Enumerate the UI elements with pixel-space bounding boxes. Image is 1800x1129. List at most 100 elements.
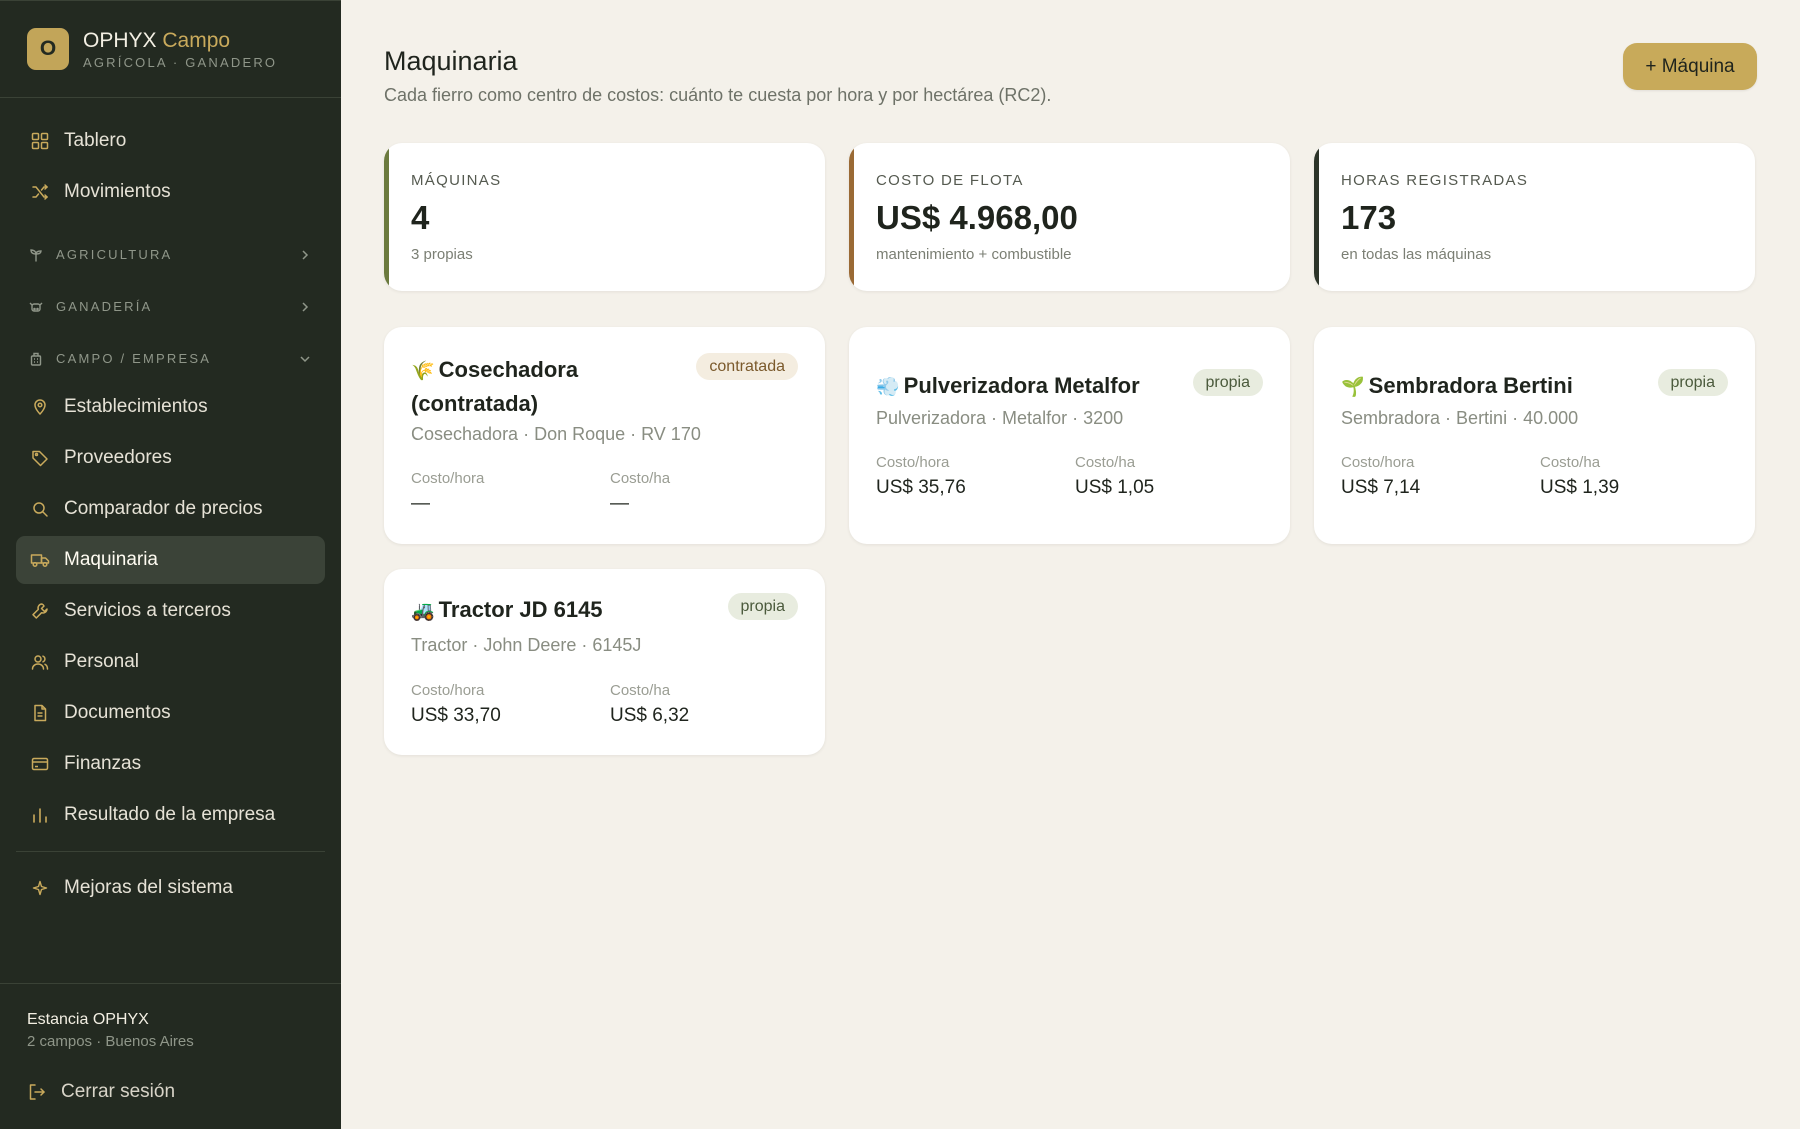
- stat-value: 173: [1341, 199, 1397, 236]
- logout-label: Cerrar sesión: [61, 1081, 176, 1102]
- machine-name: 🌾 Cosechadora (contratada): [411, 354, 578, 420]
- sidebar-item-label: Maquinaria: [64, 549, 158, 570]
- sidebar-item-mejoras[interactable]: Mejoras del sistema: [16, 864, 325, 912]
- logout-icon: [29, 1084, 45, 1100]
- cost-hour-label: Costo/hora: [411, 470, 485, 487]
- stat-subtext: 3 propias: [411, 246, 473, 263]
- sidebar-item-label: Establecimientos: [64, 396, 208, 417]
- cow-icon: [28, 299, 44, 315]
- org-name: Estancia OPHYX: [27, 1011, 149, 1028]
- document-icon: [30, 703, 50, 723]
- sidebar-item-label: Resultado de la empresa: [64, 804, 276, 825]
- search-icon: [30, 499, 50, 519]
- cost-ha-value: —: [610, 493, 629, 514]
- section-campo-empresa[interactable]: CAMPO / EMPRESA: [16, 334, 325, 383]
- machine-name-text: Sembradora Bertini: [1368, 373, 1573, 398]
- machine-name-text: Pulverizadora Metalfor: [903, 373, 1140, 398]
- sidebar-item-servicios[interactable]: Servicios a terceros: [16, 587, 325, 635]
- machine-description: Cosechadora · Don Roque · RV 170: [411, 424, 701, 444]
- sidebar-item-label: Mejoras del sistema: [64, 877, 233, 898]
- stat-card-maquinas: MÁQUINAS 4 3 propias: [384, 143, 825, 291]
- brand-text: OPHYX Campo AGRÍCOLA · GANADERO: [83, 29, 277, 70]
- nav-divider: [16, 851, 325, 852]
- sidebar-item-finanzas[interactable]: Finanzas: [16, 740, 325, 788]
- cost-hour-label: Costo/hora: [876, 454, 950, 471]
- sidebar-item-label: Tablero: [64, 130, 127, 151]
- status-badge: propia: [727, 593, 798, 620]
- sidebar-item-label: Proveedores: [64, 447, 172, 468]
- wheat-icon: 🌾: [411, 361, 435, 382]
- stat-label: MÁQUINAS: [411, 172, 502, 189]
- status-badge: contratada: [696, 353, 798, 380]
- stat-label: COSTO DE FLOTA: [876, 172, 1024, 189]
- machine-card-sembradora[interactable]: 🌱 Sembradora Bertini propia Sembradora · …: [1314, 327, 1755, 544]
- logout-button[interactable]: Cerrar sesión: [27, 1080, 314, 1104]
- sidebar-item-tablero[interactable]: Tablero: [16, 117, 325, 165]
- page-subtitle: Cada fierro como centro de costos: cuánt…: [384, 85, 1052, 105]
- cost-ha-label: Costo/ha: [1075, 454, 1136, 471]
- section-label: GANADERÍA: [56, 299, 153, 314]
- cost-hour-value: US$ 7,14: [1341, 477, 1421, 498]
- section-agricultura[interactable]: AGRICULTURA: [16, 230, 325, 279]
- sidebar: O OPHYX Campo AGRÍCOLA · GANADERO Tabler…: [0, 0, 341, 1129]
- tractor-icon: 🚜: [411, 601, 435, 622]
- wind-icon: 💨: [876, 377, 900, 398]
- brand-name-accent: Campo: [162, 28, 231, 52]
- cost-ha-label: Costo/ha: [610, 682, 671, 699]
- stat-accent-bar: [849, 143, 854, 291]
- sidebar-item-proveedores[interactable]: Proveedores: [16, 434, 325, 482]
- sidebar-item-comparador[interactable]: Comparador de precios: [16, 485, 325, 533]
- stat-label: HORAS REGISTRADAS: [1341, 172, 1529, 189]
- sidebar-item-movimientos[interactable]: Movimientos: [16, 168, 325, 216]
- status-badge: propia: [1192, 369, 1263, 396]
- sidebar-item-documentos[interactable]: Documentos: [16, 689, 325, 737]
- machine-card-tractor[interactable]: 🚜 Tractor JD 6145 propia Tractor · John D…: [384, 569, 825, 755]
- sidebar-item-label: Personal: [64, 651, 139, 672]
- machine-name: 🌱 Sembradora Bertini: [1341, 370, 1573, 404]
- machine-name-text: Tractor JD 6145: [438, 597, 603, 622]
- cost-ha-label: Costo/ha: [610, 470, 671, 487]
- chevron-down-icon: [300, 355, 310, 362]
- brand[interactable]: O OPHYX Campo AGRÍCOLA · GANADERO: [0, 1, 341, 98]
- sidebar-item-label: Finanzas: [64, 753, 142, 774]
- cost-ha-value: US$ 1,05: [1075, 477, 1155, 498]
- sidebar-item-label: Movimientos: [64, 181, 171, 202]
- machine-name-line1: Cosechadora: [438, 357, 579, 382]
- sidebar-item-personal[interactable]: Personal: [16, 638, 325, 686]
- cost-hour-value: US$ 33,70: [411, 705, 501, 726]
- sparkle-icon: [30, 878, 50, 898]
- cost-hour-value: US$ 35,76: [876, 477, 966, 498]
- brand-logo: O: [27, 28, 69, 70]
- sidebar-item-maquinaria[interactable]: Maquinaria: [16, 536, 325, 584]
- brand-name: OPHYX Campo: [83, 29, 277, 53]
- machine-name: 🚜 Tractor JD 6145: [411, 594, 603, 628]
- map-pin-icon: [30, 397, 50, 417]
- stat-value: US$ 4.968,00: [876, 199, 1078, 236]
- sidebar-item-label: Servicios a terceros: [64, 600, 231, 621]
- stat-accent-bar: [384, 143, 389, 291]
- cost-hour-label: Costo/hora: [411, 682, 485, 699]
- cost-hour-value: —: [411, 493, 430, 514]
- shuffle-icon: [30, 182, 50, 202]
- machine-description: Tractor · John Deere · 6145J: [411, 635, 642, 655]
- sidebar-item-resultado[interactable]: Resultado de la empresa: [16, 791, 325, 839]
- section-label: CAMPO / EMPRESA: [56, 351, 212, 366]
- machine-description: Sembradora · Bertini · 40.000: [1341, 408, 1579, 428]
- seedling-icon: 🌱: [1341, 377, 1365, 398]
- machine-card-pulverizadora[interactable]: 💨 Pulverizadora Metalfor propia Pulveriza…: [849, 327, 1290, 544]
- machine-name: 💨 Pulverizadora Metalfor: [876, 370, 1140, 404]
- wrench-icon: [30, 601, 50, 621]
- sidebar-item-establecimientos[interactable]: Establecimientos: [16, 383, 325, 431]
- chevron-right-icon: [302, 249, 309, 260]
- sidebar-item-label: Comparador de precios: [64, 498, 263, 519]
- stat-subtext: en todas las máquinas: [1341, 246, 1492, 263]
- add-machine-button[interactable]: + Máquina: [1623, 43, 1757, 90]
- org-subtitle: 2 campos · Buenos Aires: [27, 1033, 194, 1050]
- sidebar-item-label: Documentos: [64, 702, 171, 723]
- sprout-icon: [28, 247, 44, 263]
- section-ganaderia[interactable]: GANADERÍA: [16, 282, 325, 331]
- status-badge: propia: [1657, 369, 1728, 396]
- machine-card-cosechadora[interactable]: 🌾 Cosechadora (contratada) contratada Cos…: [384, 327, 825, 544]
- section-label: AGRICULTURA: [56, 247, 173, 262]
- credit-card-icon: [30, 754, 50, 774]
